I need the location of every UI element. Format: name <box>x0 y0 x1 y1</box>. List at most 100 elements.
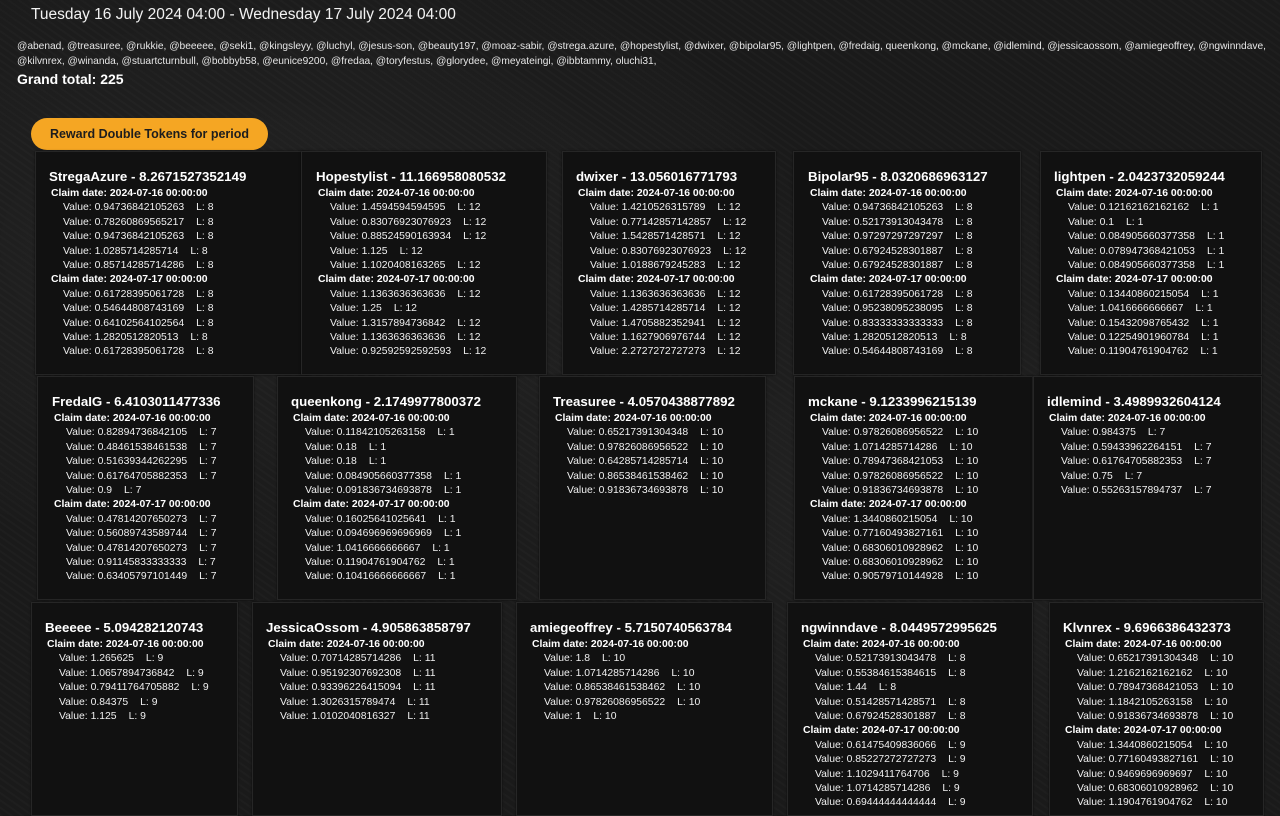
claim-date: Claim date: 2024-07-16 00:00:00 <box>1065 639 1222 650</box>
level-text: L: 10 <box>1204 768 1228 780</box>
value-row: Value: 0.55384615384615 L: 8 <box>801 667 1032 681</box>
value-text: Value: 0.91836734693878 <box>567 485 689 497</box>
level-text: L: 10 <box>1204 696 1228 708</box>
value-row: Value: 0.13440860215054 L: 1 <box>1054 288 1261 302</box>
value-text: Value: 0.47814207650273 <box>66 542 188 554</box>
value-row: Value: 0.094696969696969 L: 1 <box>291 527 516 541</box>
value-text: Value: 0.984375 <box>1061 427 1136 439</box>
value-text: Value: 1.3440860215054 <box>1077 739 1193 751</box>
value-row: Value: 0.97826086956522 L: 10 <box>553 441 765 455</box>
value-text: Value: 1.1627906976744 <box>590 332 706 344</box>
level-text: L: 7 <box>198 557 216 569</box>
value-row: Value: 1.3440860215054 L: 10 <box>1063 739 1263 753</box>
value-text: Value: 0.86538461538462 <box>544 682 666 694</box>
value-row: Value: 0.97826086956522 L: 10 <box>530 696 772 710</box>
value-row: Value: 0.75 L: 7 <box>1047 470 1261 484</box>
card-title: lightpen - 2.0423732059244 <box>1054 169 1225 184</box>
value-row: Value: 0.63405797101449 L: 7 <box>52 570 253 584</box>
value-text: Value: 0.97826086956522 <box>544 696 666 708</box>
level-text: L: 10 <box>677 682 701 694</box>
card-title: queenkong - 2.1749977800372 <box>291 394 481 409</box>
reward-double-tokens-button[interactable]: Reward Double Tokens for period <box>31 118 268 150</box>
claim-date: Claim date: 2024-07-16 00:00:00 <box>810 188 967 199</box>
card-title: Beeeee - 5.094282120743 <box>45 620 204 635</box>
value-text: Value: 0.94736842105263 <box>63 231 185 243</box>
value-text: Value: 1.0416666666667 <box>1068 303 1184 315</box>
value-row: Value: 0.61728395061728 L: 8 <box>49 345 308 359</box>
grand-total: Grand total: 225 <box>17 71 124 87</box>
value-text: Value: 0.18 <box>305 456 357 468</box>
value-row: Value: 0.85714285714286 L: 8 <box>49 259 308 273</box>
value-row: Value: 0.11904761904762 L: 1 <box>1054 345 1261 359</box>
value-text: Value: 0.084905660377358 <box>1068 231 1195 243</box>
card-title: Hopestylist - 11.166958080532 <box>316 169 506 184</box>
level-text: L: 12 <box>457 317 481 329</box>
level-text: L: 12 <box>717 260 741 272</box>
value-row: Value: 1.1363636363636 L: 12 <box>576 288 775 302</box>
value-text: Value: 1.8 <box>544 653 591 665</box>
value-row: Value: 0.78947368421053 L: 10 <box>1063 681 1263 695</box>
claim-date: Claim date: 2024-07-16 00:00:00 <box>1056 188 1213 199</box>
level-text: L: 10 <box>955 427 979 439</box>
value-row: Value: 0.77160493827161 L: 10 <box>808 527 1032 541</box>
value-text: Value: 1.1904761904762 <box>1077 797 1193 809</box>
level-text: L: 8 <box>196 231 214 243</box>
level-text: L: 9 <box>942 783 960 795</box>
level-text: L: 10 <box>955 456 979 468</box>
value-row: Value: 0.51428571428571 L: 8 <box>801 696 1032 710</box>
card-title: ngwinndave - 8.0449572995625 <box>801 620 997 635</box>
value-row: Value: 0.95192307692308 L: 11 <box>266 667 501 681</box>
value-row: Value: 0.70714285714286 L: 11 <box>266 652 501 666</box>
level-text: L: 1 <box>443 485 462 497</box>
value-text: Value: 1.0657894736842 <box>59 667 175 679</box>
level-text: L: 12 <box>457 288 481 300</box>
value-row: Value: 0.95238095238095 L: 8 <box>808 302 1020 316</box>
claim-date: Claim date: 2024-07-16 00:00:00 <box>268 639 425 650</box>
value-row: Value: 0.65217391304348 L: 10 <box>1063 652 1263 666</box>
value-text: Value: 0.95238095238095 <box>822 303 944 315</box>
value-row: Value: 0.77142857142857 L: 12 <box>576 216 775 230</box>
value-row: Value: 0.97826086956522 L: 10 <box>808 426 1032 440</box>
value-row: Value: 0.91145833333333 L: 7 <box>52 556 253 570</box>
value-row: Value: 0.65217391304348 L: 10 <box>553 426 765 440</box>
user-card: Hopestylist - 11.166958080532 Claim date:… <box>301 151 547 375</box>
level-text: L: 8 <box>196 346 214 358</box>
level-text: L: 1 <box>1206 231 1225 243</box>
value-row: Value: 0.9 L: 7 <box>52 484 253 498</box>
value-text: Value: 0.078947368421053 <box>1068 245 1195 257</box>
value-text: Value: 0.82894736842105 <box>66 427 188 439</box>
claim-date: Claim date: 2024-07-17 00:00:00 <box>1065 725 1222 737</box>
level-text: L: 1 <box>437 427 455 439</box>
value-row: Value: 1.125 L: 12 <box>316 245 546 259</box>
level-text: L: 8 <box>190 245 208 257</box>
value-text: Value: 0.77160493827161 <box>1077 754 1199 766</box>
value-text: Value: 1.25 <box>330 303 382 315</box>
value-row: Value: 1.1627906976744 L: 12 <box>576 331 775 345</box>
value-row: Value: 0.86538461538462 L: 10 <box>530 681 772 695</box>
claim-date: Claim date: 2024-07-17 00:00:00 <box>1056 274 1213 286</box>
value-text: Value: 0.11904761904762 <box>1068 346 1189 358</box>
value-text: Value: 1.2820512820513 <box>63 332 179 344</box>
value-row: Value: 0.18 L: 1 <box>291 455 516 469</box>
value-row: Value: 0.78260869565217 L: 8 <box>49 216 308 230</box>
value-row: Value: 0.9469696969697 L: 10 <box>1063 768 1263 782</box>
value-text: Value: 1.2820512820513 <box>822 332 938 344</box>
value-row: Value: 1.0188679245283 L: 12 <box>576 259 775 273</box>
value-text: Value: 0.91836734693878 <box>1077 711 1199 723</box>
value-row: Value: 0.68306010928962 L: 10 <box>808 542 1032 556</box>
value-row: Value: 0.67924528301887 L: 8 <box>801 710 1032 724</box>
user-card: Beeeee - 5.094282120743 Claim date: 2024-… <box>31 602 238 816</box>
value-text: Value: 0.54644808743169 <box>822 346 944 358</box>
level-text: L: 8 <box>196 303 214 315</box>
level-text: L: 8 <box>948 653 966 665</box>
value-text: Value: 0.16025641025641 <box>305 513 427 525</box>
value-text: Value: 1.2162162162162 <box>1077 667 1193 679</box>
value-row: Value: 0.79411764705882 L: 9 <box>45 681 237 695</box>
user-card: idlemind - 3.4989932604124 Claim date: 20… <box>1033 376 1262 600</box>
value-row: Value: 1.4705882352941 L: 12 <box>576 317 775 331</box>
value-row: Value: 0.084905660377358 L: 1 <box>1054 230 1261 244</box>
card-title: Treasuree - 4.0570438877892 <box>553 394 735 409</box>
level-text: L: 12 <box>717 346 741 358</box>
value-row: Value: 0.12162162162162 L: 1 <box>1054 201 1261 215</box>
value-text: Value: 1.1029411764706 <box>815 768 930 780</box>
